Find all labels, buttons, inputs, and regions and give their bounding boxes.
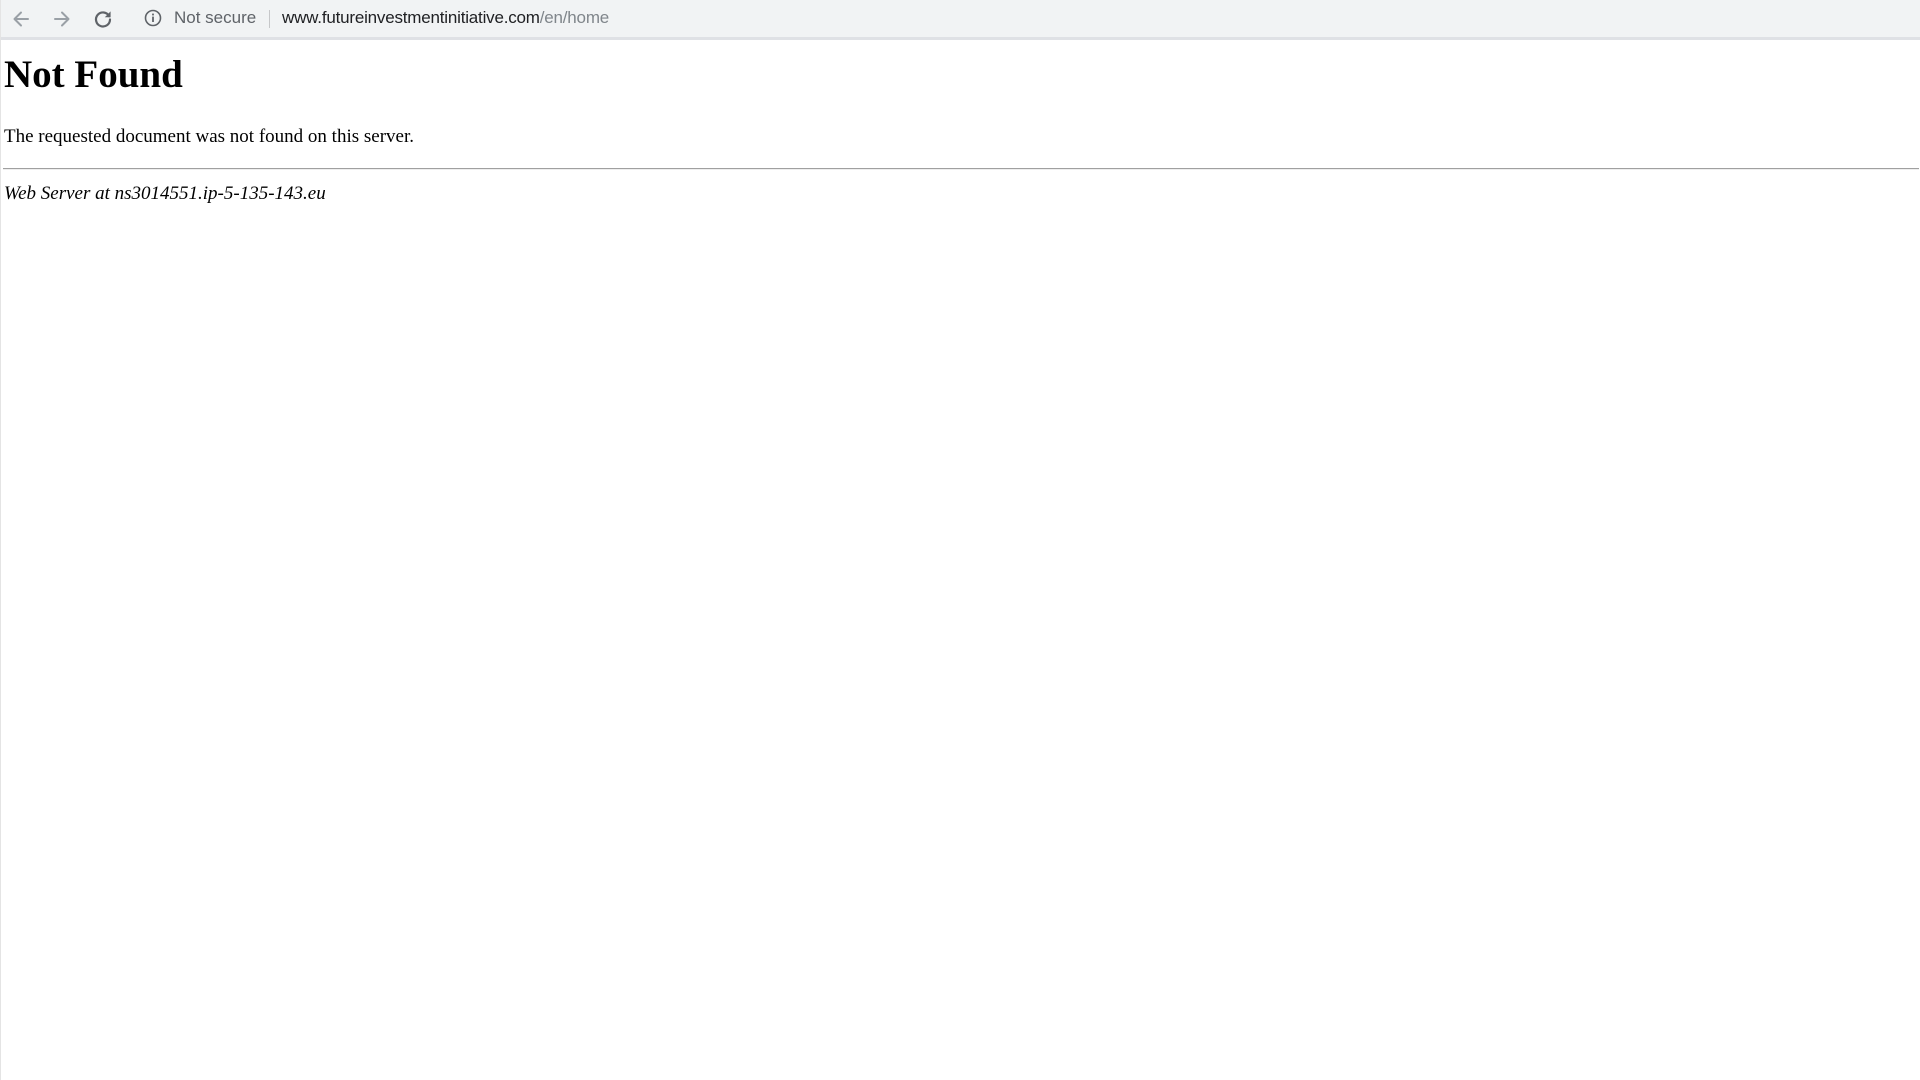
url-host: www.futureinvestmentinitiative.com (282, 8, 540, 27)
server-signature: Web Server at ns3014551.ip-5-135-143.eu (4, 183, 326, 204)
reload-button[interactable] (86, 2, 120, 36)
url-path: /en/home (539, 8, 610, 27)
omnibox-divider (269, 10, 270, 28)
url-display[interactable]: www.futureinvestmentinitiative.com/en/ho… (282, 9, 609, 27)
arrow-left-icon (13, 11, 29, 27)
page-title: Not Found (4, 53, 183, 96)
forward-button[interactable] (45, 2, 79, 36)
browser-toolbar: Not secure www.futureinvestmentinitiativ… (1, 0, 1920, 40)
back-button[interactable] (4, 2, 38, 36)
browser-window: Not secure www.futureinvestmentinitiativ… (0, 0, 1920, 1080)
address-bar[interactable]: Not secure www.futureinvestmentinitiativ… (132, 3, 1912, 33)
error-message: The requested document was not found on … (4, 126, 414, 147)
arrow-right-icon (54, 11, 70, 27)
info-icon[interactable] (144, 9, 162, 27)
horizontal-rule (3, 168, 1919, 170)
reload-icon (94, 11, 112, 28)
security-status-label[interactable]: Not secure (174, 9, 256, 27)
